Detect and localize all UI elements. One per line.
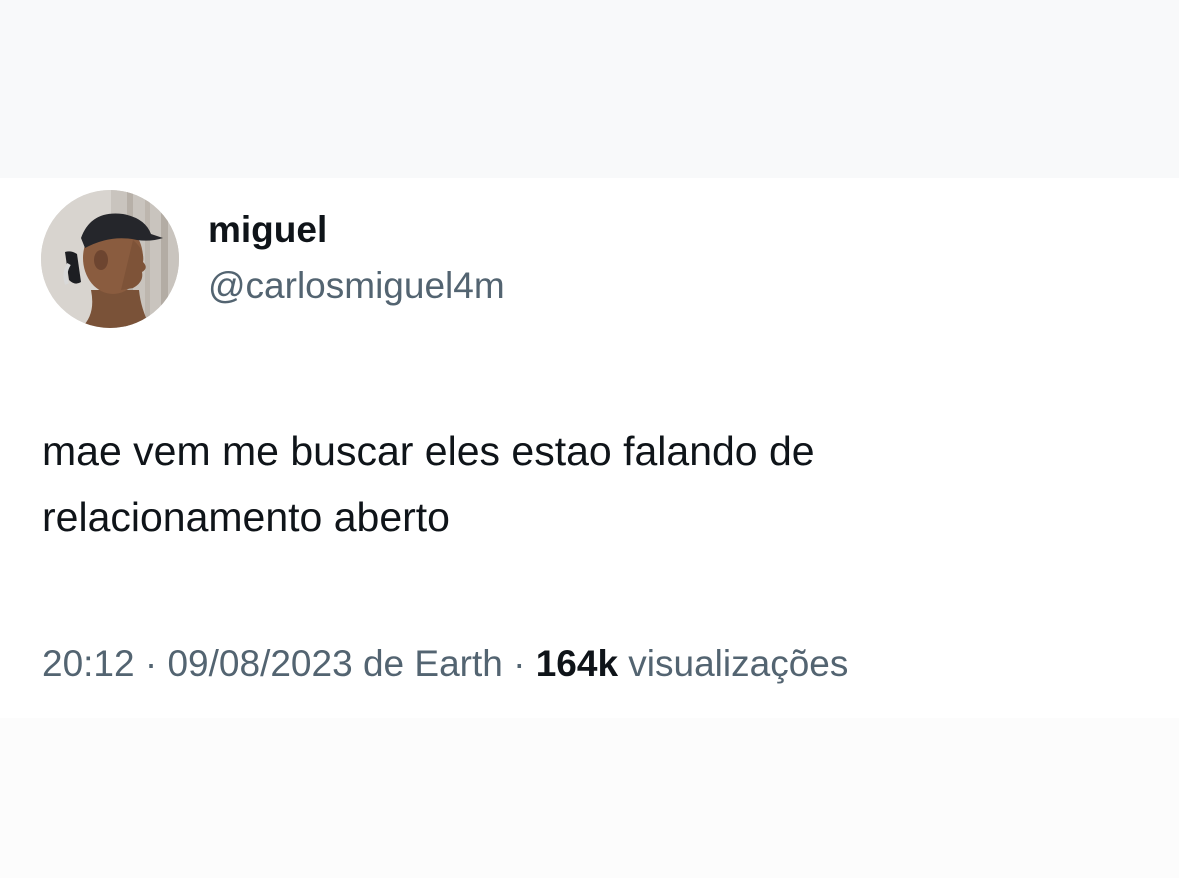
tweet-time[interactable]: 20:12 [42,643,135,684]
meta-separator: · [502,643,536,684]
tweet-text: mae vem me buscar eles estao falando de … [42,418,1142,550]
profile-photo-icon [41,190,179,328]
tweet-screenshot: miguel @carlosmiguel4m mae vem me buscar… [0,0,1179,878]
bottom-background [0,718,1179,878]
views-label: visualizações [618,643,849,684]
top-background [0,0,1179,178]
display-name[interactable]: miguel [208,208,327,252]
user-handle[interactable]: @carlosmiguel4m [208,264,505,308]
tweet-source: de Earth [352,643,503,684]
avatar[interactable] [41,190,179,328]
tweet-meta: 20:12 · 09/08/2023 de Earth · 164k visua… [42,642,848,686]
meta-separator: · [134,643,168,684]
tweet-text-line: mae vem me buscar eles estao falando de [42,428,815,474]
tweet-text-line: relacionamento aberto [42,494,450,540]
tweet-card: miguel @carlosmiguel4m mae vem me buscar… [0,178,1179,718]
views-count[interactable]: 164k [536,643,618,684]
tweet-date[interactable]: 09/08/2023 [167,643,352,684]
